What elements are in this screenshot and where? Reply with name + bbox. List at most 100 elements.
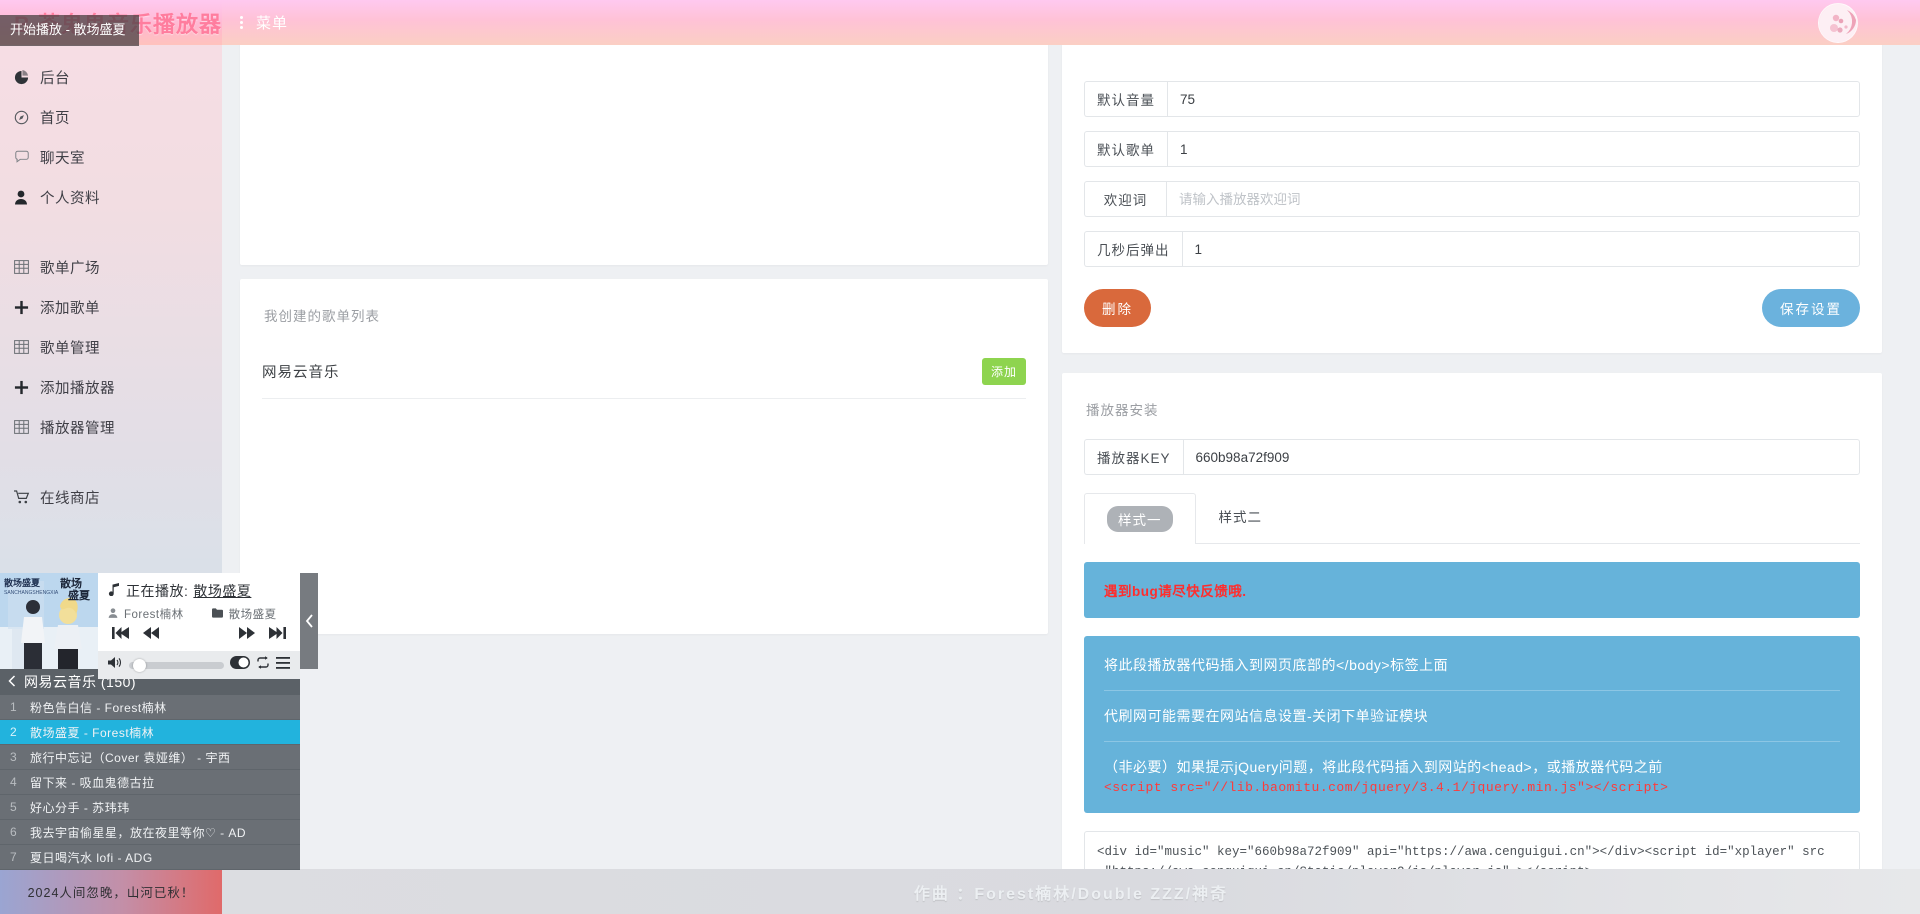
field-label: 默认歌单 xyxy=(1084,131,1167,167)
hamburger-list-icon[interactable] xyxy=(276,656,290,674)
sidebar-item-label: 个人资料 xyxy=(40,190,100,207)
delete-button[interactable]: 删除 xyxy=(1084,289,1151,327)
player-install-card: 播放器安装 播放器KEY 样式一 样式二 遇到bug请尽快反馈哦. 将此段播放器… xyxy=(1062,373,1882,869)
table-icon xyxy=(14,260,40,274)
my-playlists-title: 我创建的歌单列表 xyxy=(264,309,380,324)
table-icon xyxy=(14,340,40,354)
style-tabs: 样式一 样式二 xyxy=(1084,493,1860,544)
alert-divider xyxy=(1104,741,1840,742)
now-playing-tooltip: 开始播放 - 散场盛夏 xyxy=(0,15,139,46)
svg-text:盛夏: 盛夏 xyxy=(68,588,91,602)
fast-forward-icon[interactable] xyxy=(238,626,256,645)
player-collapse-button[interactable] xyxy=(300,573,318,669)
bug-report-text: 遇到bug请尽快反馈哦. xyxy=(1104,584,1247,599)
skip-end-icon[interactable] xyxy=(268,626,286,645)
field-player-key: 播放器KEY xyxy=(1084,439,1860,475)
bug-report-alert: 遇到bug请尽快反馈哦. xyxy=(1084,562,1860,618)
song-list-item[interactable]: 6 我去宇宙偷星星，放在夜里等你♡ - AD xyxy=(0,820,300,845)
song-title: 旅行中忘记（Cover 袁娅维） - 宇西 xyxy=(30,750,231,765)
playlist-name: 网易云音乐 xyxy=(262,365,340,381)
cover-artwork: 散场盛夏 SANCHANGSHENGXIA 散场 盛夏 xyxy=(0,573,98,669)
chevron-left-icon[interactable] xyxy=(8,674,16,690)
song-list-item[interactable]: 3 旅行中忘记（Cover 袁娅维） - 宇西 xyxy=(0,745,300,770)
default-volume-input[interactable] xyxy=(1167,81,1860,117)
folder-icon xyxy=(211,607,223,621)
add-playlist-button[interactable]: 添加 xyxy=(981,358,1026,385)
song-list-item[interactable]: 7 夏日喝汽水 lofi - ADG xyxy=(0,845,300,870)
song-index: 1 xyxy=(10,700,18,714)
field-label: 欢迎词 xyxy=(1084,181,1166,217)
sidebar-item-chatroom[interactable]: 聊天室 xyxy=(0,137,222,177)
song-title: 留下来 - 吸血鬼德古拉 xyxy=(30,775,155,790)
field-label: 几秒后弹出 xyxy=(1084,231,1182,267)
volume-slider-knob[interactable] xyxy=(133,658,146,672)
now-playing-line: 正在播放: 散场盛夏 xyxy=(98,573,300,601)
player-settings-card: 默认音量 默认歌单 欢迎词 几秒后弹出 删除 保存设置 xyxy=(1062,45,1882,353)
field-default-playlist: 默认歌单 xyxy=(1084,131,1860,167)
user-icon xyxy=(14,190,40,205)
user-avatar[interactable] xyxy=(1818,3,1858,43)
player-key-input[interactable] xyxy=(1182,439,1860,475)
song-index: 6 xyxy=(10,825,18,839)
playlist-row[interactable]: 网易云音乐 添加 xyxy=(262,345,1026,399)
sidebar-divider-gap xyxy=(0,217,222,247)
default-playlist-input[interactable] xyxy=(1167,131,1860,167)
pie-chart-icon xyxy=(14,69,40,85)
sidebar-item-label: 歌单广场 xyxy=(40,260,100,277)
album-cover-art: 散场盛夏 SANCHANGSHENGXIA 散场 盛夏 xyxy=(0,573,98,669)
sidebar-item-playlist-manage[interactable]: 歌单管理 xyxy=(0,327,222,367)
chat-bubble-icon xyxy=(14,149,40,165)
alert-divider xyxy=(1104,690,1840,691)
sidebar-item-label: 播放器管理 xyxy=(40,420,115,437)
sidebar-item-add-player[interactable]: 添加播放器 xyxy=(0,367,222,407)
sidebar-item-profile[interactable]: 个人资料 xyxy=(0,177,222,217)
song-title: 我去宇宙偷星星，放在夜里等你♡ - AD xyxy=(30,825,247,840)
track-meta-line: Forest楠林 散场盛夏 xyxy=(98,601,300,622)
menu-toggle-button[interactable]: 菜单 xyxy=(240,0,288,45)
sidebar-item-label: 添加歌单 xyxy=(40,300,100,317)
toggle-switch-icon[interactable] xyxy=(230,656,250,674)
table-icon xyxy=(14,420,40,434)
sidebar-footer-text: 2024人间忽晚，山河已秋！ xyxy=(27,886,195,900)
settings-actions: 删除 保存设置 xyxy=(1084,289,1860,327)
my-playlists-card: 我创建的歌单列表 网易云音乐 添加 xyxy=(240,279,1048,634)
right-column: 默认音量 默认歌单 欢迎词 几秒后弹出 删除 保存设置 播放器安装 xyxy=(1062,45,1882,869)
now-playing-title: 散场盛夏 xyxy=(193,583,252,599)
speaker-icon[interactable] xyxy=(108,656,123,674)
embed-code-textarea[interactable]: <div id="music" key="660b98a72f909" api=… xyxy=(1084,831,1860,869)
song-list-item-active[interactable]: 2 散场盛夏 - Forest楠林 xyxy=(0,720,300,745)
install-instructions-alert: 将此段播放器代码插入到网页底部的</body>标签上面 代刷网可能需要在网站信息… xyxy=(1084,636,1860,813)
popup-delay-input[interactable] xyxy=(1181,231,1860,267)
song-list-item[interactable]: 4 留下来 - 吸血鬼德古拉 xyxy=(0,770,300,795)
song-index: 2 xyxy=(10,725,18,739)
tab-style-one[interactable]: 样式一 xyxy=(1084,493,1196,544)
track-artist: Forest楠林 xyxy=(124,609,184,621)
plus-icon xyxy=(14,300,40,315)
repeat-icon[interactable] xyxy=(256,656,270,674)
sidebar-item-player-manage[interactable]: 播放器管理 xyxy=(0,407,222,447)
rewind-icon[interactable] xyxy=(142,626,160,645)
tab-style-two[interactable]: 样式二 xyxy=(1196,493,1286,544)
main-content-area: 我创建的歌单列表 网易云音乐 添加 默认音量 默认歌单 欢迎词 xyxy=(222,45,1920,869)
volume-slider[interactable] xyxy=(129,658,224,672)
song-list-item[interactable]: 1 粉色告白信 - Forest楠林 xyxy=(0,695,300,720)
song-index: 4 xyxy=(10,775,18,789)
song-title: 夏日喝汽水 lofi - ADG xyxy=(30,850,153,865)
song-title: 粉色告白信 - Forest楠林 xyxy=(30,700,167,715)
welcome-text-input[interactable] xyxy=(1166,181,1860,217)
sidebar-item-home[interactable]: 首页 xyxy=(0,97,222,137)
tab-style-one-label: 样式一 xyxy=(1107,506,1173,532)
sidebar-item-online-store[interactable]: 在线商店 xyxy=(0,477,222,517)
tab-style-two-label: 样式二 xyxy=(1218,510,1262,525)
sidebar-item-label: 添加播放器 xyxy=(40,380,115,397)
skip-start-icon[interactable] xyxy=(112,626,130,645)
sidebar-item-backend[interactable]: 后台 xyxy=(0,57,222,97)
floating-music-player: 散场盛夏 SANCHANGSHENGXIA 散场 盛夏 正在播放: 散场盛夏 F… xyxy=(0,573,318,870)
sidebar-item-label: 首页 xyxy=(40,110,70,127)
playback-controls xyxy=(98,622,300,645)
player-info-controls: 正在播放: 散场盛夏 Forest楠林 散场盛夏 xyxy=(98,573,318,679)
sidebar-item-playlist-square[interactable]: 歌单广场 xyxy=(0,247,222,287)
save-settings-button[interactable]: 保存设置 xyxy=(1762,289,1860,327)
sidebar-item-add-playlist[interactable]: 添加歌单 xyxy=(0,287,222,327)
song-list-item[interactable]: 5 好心分手 - 苏玮玮 xyxy=(0,795,300,820)
